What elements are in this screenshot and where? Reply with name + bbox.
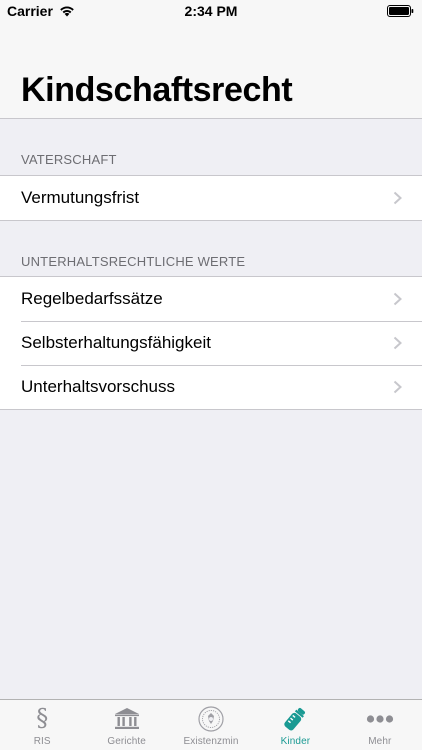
courthouse-icon	[112, 705, 142, 732]
chevron-right-icon	[393, 336, 402, 350]
section-vaterschaft-list: Vermutungsfrist	[0, 175, 422, 221]
tab-bar: § RIS Gerichte Existenzmin Kinder Mehr	[0, 699, 422, 750]
battery-icon	[387, 5, 414, 17]
more-dots-icon	[365, 705, 395, 732]
chevron-right-icon	[393, 380, 402, 394]
tab-label: Kinder	[280, 736, 311, 747]
status-time: 2:34 PM	[184, 3, 238, 19]
tab-label: Existenzmin	[183, 736, 239, 747]
seal-icon	[196, 705, 226, 732]
tab-label: RIS	[33, 736, 51, 747]
paragraph-icon: §	[36, 704, 49, 732]
tab-label: Gerichte	[107, 736, 146, 747]
list-item-vermutungsfrist[interactable]: Vermutungsfrist	[0, 176, 422, 220]
list-item-regelbedarfssaetze[interactable]: Regelbedarfssätze	[0, 277, 422, 321]
app-screen: Carrier 2:34 PM Kindschaftsrecht VATERSC…	[0, 0, 422, 750]
list-item-label: Vermutungsfrist	[21, 188, 140, 207]
section-header-vaterschaft: VATERSCHAFT	[21, 152, 117, 167]
tab-kinder[interactable]: Kinder	[253, 700, 337, 750]
baby-bottle-icon	[280, 705, 310, 732]
tab-ris[interactable]: § RIS	[0, 700, 84, 750]
tab-label: Mehr	[368, 736, 392, 747]
list-item-selbsterhaltungsfaehigkeit[interactable]: Selbsterhaltungsfähigkeit	[0, 321, 422, 365]
list-item-unterhaltsvorschuss[interactable]: Unterhaltsvorschuss	[0, 365, 422, 409]
navigation-header: Kindschaftsrecht	[0, 22, 422, 119]
tab-mehr[interactable]: Mehr	[338, 700, 422, 750]
section-header-unterhalt: UNTERHALTSRECHTLICHE WERTE	[21, 254, 246, 269]
tab-gerichte[interactable]: Gerichte	[84, 700, 168, 750]
page-title: Kindschaftsrecht	[21, 71, 293, 109]
section-unterhalt-list: Regelbedarfssätze Selbsterhaltungsfähigk…	[0, 276, 422, 410]
list-item-label: Regelbedarfssätze	[21, 289, 163, 308]
status-bar: Carrier 2:34 PM	[0, 0, 422, 22]
list-item-label: Selbsterhaltungsfähigkeit	[21, 333, 211, 352]
chevron-right-icon	[393, 292, 402, 306]
list-item-label: Unterhaltsvorschuss	[21, 377, 176, 396]
tab-existenzmin[interactable]: Existenzmin	[169, 700, 253, 750]
chevron-right-icon	[393, 191, 402, 205]
